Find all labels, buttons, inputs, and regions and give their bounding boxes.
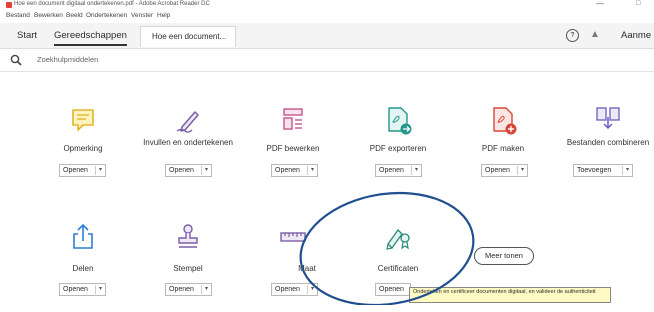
annotation-ellipse [299, 191, 475, 305]
